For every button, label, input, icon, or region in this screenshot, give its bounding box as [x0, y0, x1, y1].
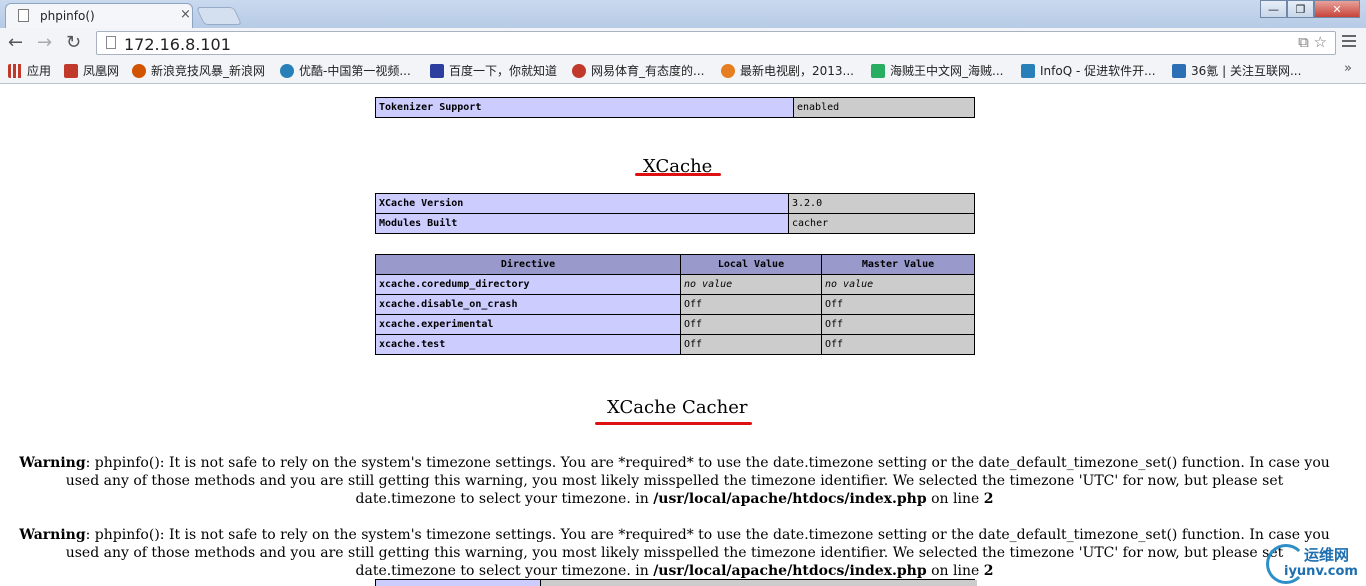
warning-line: 2 [983, 491, 994, 507]
section-heading-xcache-cacher: XCache Cacher [607, 397, 748, 418]
tokenizer-table: Tokenizer Support enabled [375, 97, 975, 118]
address-bar[interactable]: ⧉ ☆ [96, 31, 1336, 55]
column-header: Directive [375, 254, 681, 275]
bookmark-item[interactable]: 凤凰网 [64, 62, 119, 79]
36kr-icon [1172, 63, 1186, 78]
bookmark-apps[interactable]: 应用 [8, 62, 51, 79]
reload-icon[interactable]: ↻ [66, 32, 81, 53]
table-row: Modules Built cacher [375, 213, 975, 234]
warning-label: Warning [19, 527, 86, 543]
window-controls: — ❐ ✕ [1260, 0, 1360, 18]
xcache-info-table: XCache Version 3.2.0 Modules Built cache… [375, 193, 975, 234]
php-warning: Warning: phpinfo(): It is not safe to re… [19, 527, 1330, 579]
table-cell-master: Off [821, 314, 975, 335]
cacher-table-partial [375, 579, 977, 586]
bookmarks-bar: 应用 凤凰网 新浪竞技风暴_新浪网 优酷-中国第一视频... 百度一下，你就知道… [0, 58, 1366, 84]
table-cell-local: Off [680, 294, 822, 315]
table-cell-master: no value [821, 274, 975, 295]
table-cell-local: Off [680, 314, 822, 335]
table-cell-name: Tokenizer Support [375, 97, 794, 118]
translate-and-star-icons[interactable]: ⧉ ☆ [1298, 33, 1327, 51]
infoq-icon [1021, 63, 1035, 78]
browser-titlebar: phpinfo() × — ❐ ✕ [0, 0, 1366, 28]
forward-arrow-icon[interactable]: → [37, 32, 52, 53]
close-window-button[interactable]: ✕ [1314, 0, 1360, 18]
column-header: Master Value [821, 254, 975, 275]
address-input[interactable] [122, 33, 1276, 55]
table-row: XCache Version 3.2.0 [375, 193, 975, 214]
tab-close-icon[interactable]: × [180, 7, 191, 22]
warning-line: 2 [983, 563, 994, 579]
sina-icon [132, 63, 146, 78]
tv-icon [721, 63, 735, 78]
table-row: xcache.experimental Off Off [375, 314, 975, 335]
annotation-underline [635, 173, 721, 176]
bookmark-item[interactable]: 新浪竞技风暴_新浪网 [132, 62, 265, 79]
chrome-menu-icon[interactable] [1342, 35, 1356, 50]
table-cell-name: xcache.coredump_directory [375, 274, 681, 295]
tab-title: phpinfo() [40, 9, 95, 23]
watermark-name: 运维网 [1304, 546, 1350, 564]
warning-file: /usr/local/apache/htdocs/index.php [653, 563, 927, 579]
table-cell-name: xcache.test [375, 334, 681, 355]
column-header: Local Value [680, 254, 822, 275]
watermark-url: iyunv.com [1284, 564, 1358, 579]
page-icon [18, 9, 29, 22]
directives-table: Directive Local Value Master Value xcach… [375, 254, 975, 355]
table-row: xcache.test Off Off [375, 334, 975, 355]
table-cell-name: xcache.disable_on_crash [375, 294, 681, 315]
warning-file: /usr/local/apache/htdocs/index.php [653, 491, 927, 507]
bookmark-item[interactable]: 百度一下，你就知道 [430, 62, 557, 79]
table-row: xcache.disable_on_crash Off Off [375, 294, 975, 315]
table-cell-master: Off [821, 294, 975, 315]
back-arrow-icon[interactable]: ← [8, 32, 23, 53]
table-cell-name: XCache Version [375, 193, 789, 214]
apps-grid-icon [8, 63, 22, 78]
ifeng-icon [64, 63, 78, 78]
table-row: xcache.coredump_directory no value no va… [375, 274, 975, 295]
browser-tab[interactable]: phpinfo() × [5, 3, 193, 28]
bookmark-item[interactable]: InfoQ - 促进软件开... [1021, 62, 1156, 79]
table-cell-local: no value [680, 274, 822, 295]
netease-icon [572, 63, 586, 78]
table-row: Tokenizer Support enabled [375, 97, 975, 118]
new-tab-button[interactable] [195, 7, 243, 25]
onepiece-icon [871, 63, 885, 78]
bookmark-item[interactable]: 网易体育_有态度的... [572, 62, 704, 79]
warning-label: Warning [19, 455, 86, 471]
table-cell-name: xcache.experimental [375, 314, 681, 335]
table-cell-name: Modules Built [375, 213, 789, 234]
table-cell-value: enabled [793, 97, 975, 118]
bookmark-item[interactable]: 优酷-中国第一视频... [280, 62, 411, 79]
site-watermark: 运维网 iyunv.com [1260, 538, 1366, 586]
youku-icon [280, 63, 294, 78]
table-cell-master: Off [821, 334, 975, 355]
table-cell-value: 3.2.0 [788, 193, 975, 214]
table-header-row: Directive Local Value Master Value [375, 254, 975, 275]
bookmark-item[interactable]: 36氪 | 关注互联网... [1172, 62, 1301, 79]
php-warning: Warning: phpinfo(): It is not safe to re… [19, 455, 1330, 507]
annotation-underline [595, 422, 752, 425]
table-cell-local: Off [680, 334, 822, 355]
bookmark-item[interactable]: 最新电视剧，2013... [721, 62, 854, 79]
page-content: Tokenizer Support enabled XCache XCache … [0, 84, 1366, 586]
page-icon [106, 36, 116, 49]
bookmarks-overflow-icon[interactable]: » [1344, 61, 1352, 76]
table-cell-value: cacher [788, 213, 975, 234]
minimize-button[interactable]: — [1260, 0, 1287, 18]
maximize-button[interactable]: ❐ [1287, 0, 1314, 18]
bookmark-item[interactable]: 海贼王中文网_海贼... [871, 62, 1003, 79]
baidu-paw-icon [430, 63, 444, 78]
browser-toolbar: ← → ↻ ⧉ ☆ [0, 28, 1366, 58]
